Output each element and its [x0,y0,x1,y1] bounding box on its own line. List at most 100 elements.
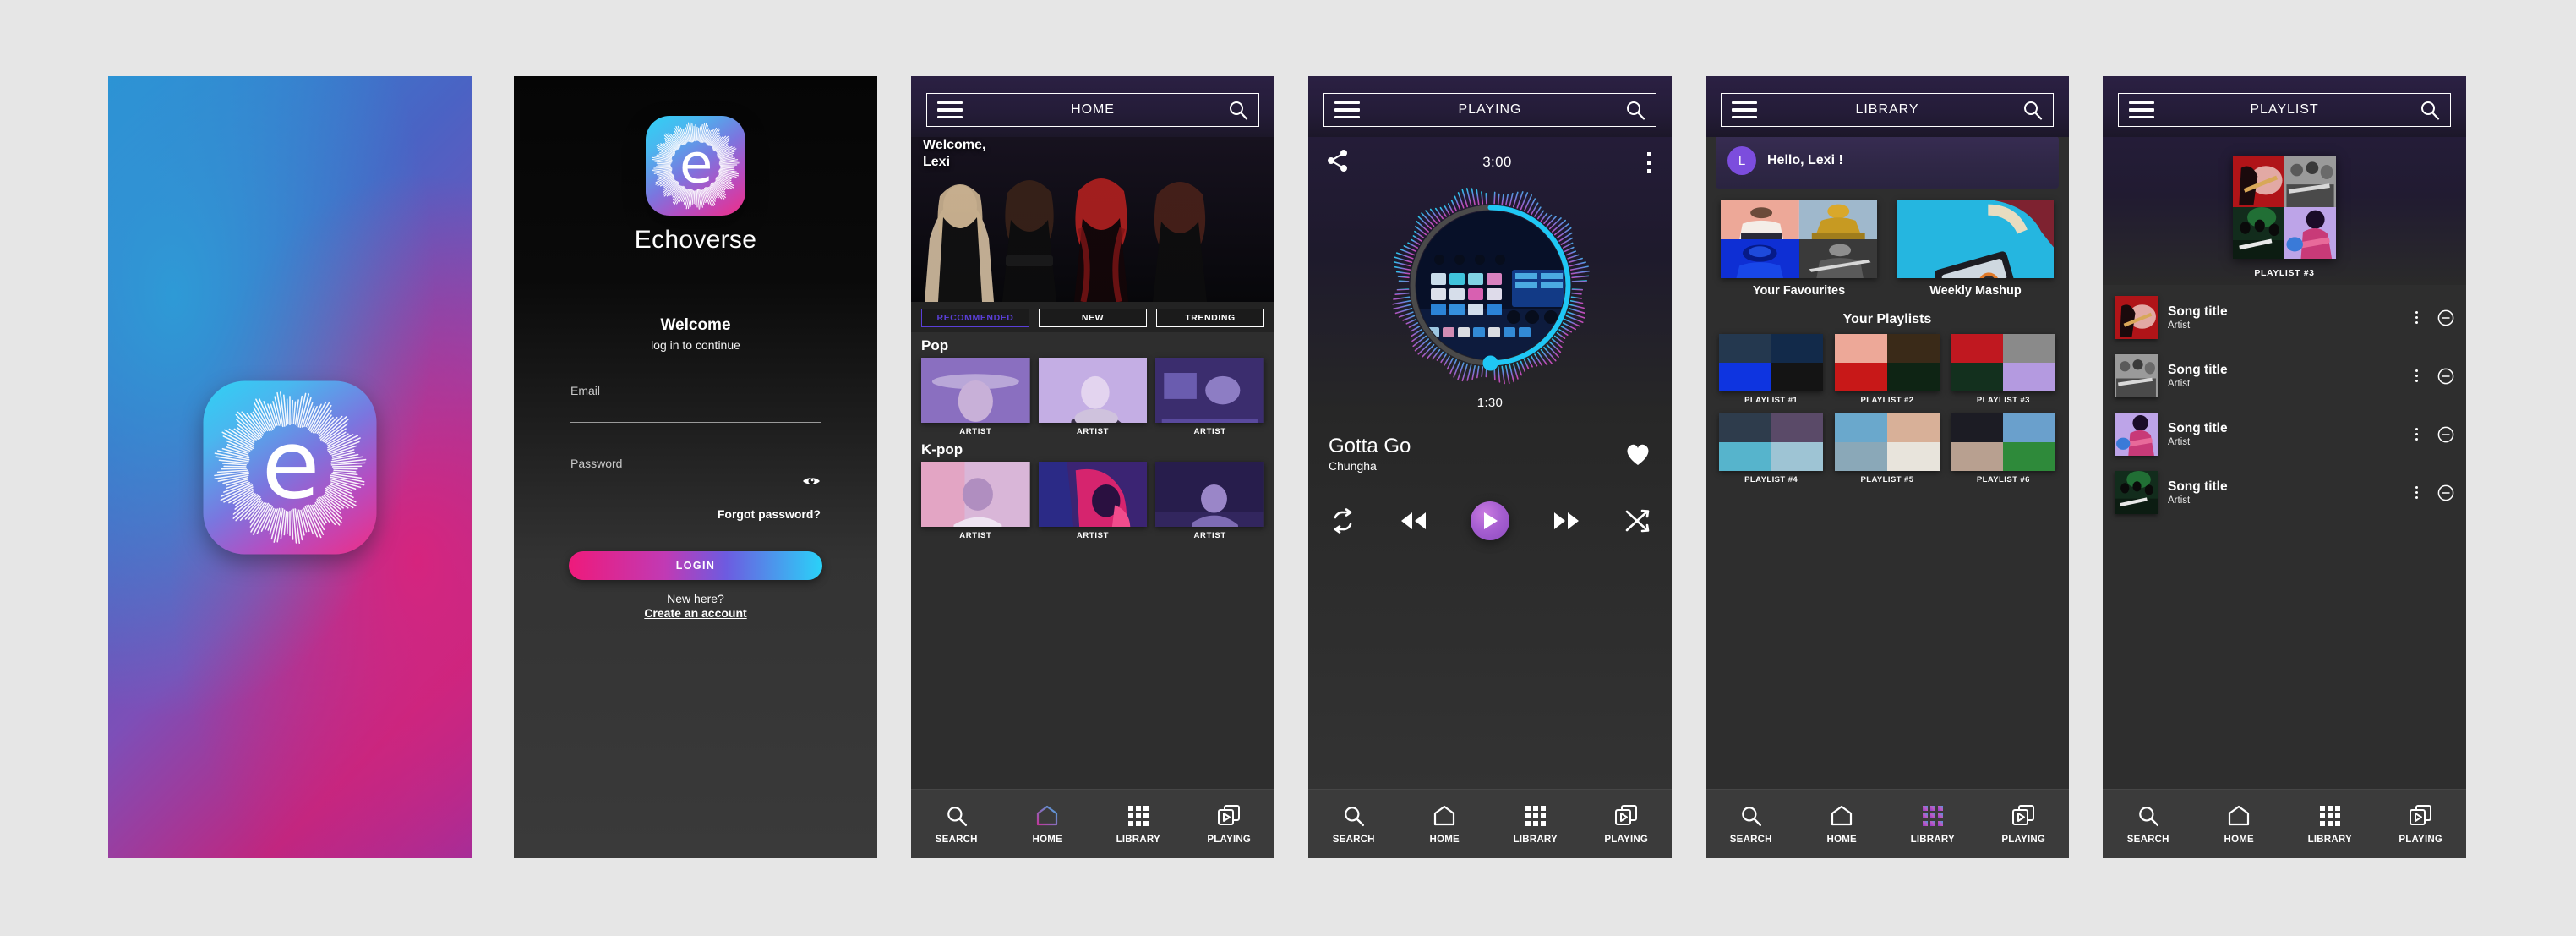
share-icon[interactable] [1327,149,1349,172]
chip-recommended[interactable]: RECOMMENDED [921,309,1029,327]
artist-card[interactable]: ARTIST [921,358,1030,436]
playlist-card[interactable]: PLAYLIST #2 [1835,333,1940,405]
player-controls [1308,501,1672,541]
playlist-card[interactable]: PLAYLIST #5 [1835,413,1940,484]
nav-library[interactable]: LIBRARY [2284,803,2376,845]
playing-screen: PLAYING 3:00 1:30 Gotta Go Chungha SEARC… [1308,76,1672,858]
play-cards-icon [2409,803,2432,829]
kebab-menu-icon[interactable] [2411,424,2422,444]
email-input[interactable] [570,384,821,423]
artist-card[interactable]: ARTIST [1155,462,1265,540]
login-screen: e Echoverse Welcome log in to continue E… [514,76,877,858]
repeat-icon[interactable] [1330,508,1356,534]
forgot-password-link[interactable]: Forgot password? [570,507,821,521]
nav-label: LIBRARY [1910,835,1955,845]
playlist-card[interactable]: PLAYLIST #4 [1719,413,1824,484]
hamburger-icon[interactable] [2129,101,2154,119]
artist-card[interactable]: ARTIST [1038,358,1148,436]
nav-playing[interactable]: PLAYING [1978,803,2070,845]
playlists-grid: PLAYLIST #1 PLAYLIST #2 PLAYLIST #3 PLAY… [1706,333,2069,484]
home-icon [1035,803,1059,829]
playlist-screen: PLAYLIST PLAYLIST #3 Song title Artist S… [2103,76,2466,858]
mockup-canvas: e e Echoverse Welcome log in to continue… [0,0,2576,936]
nav-library[interactable]: LIBRARY [1093,803,1184,845]
search-icon[interactable] [1228,100,1248,120]
artist-card[interactable]: ARTIST [921,462,1030,540]
song-row[interactable]: Song title Artist [2113,347,2456,405]
new-here-label: New here? [667,592,724,605]
song-row[interactable]: Song title Artist [2113,463,2456,522]
user-greeting-card[interactable]: L Hello, Lexi ! [1716,137,2059,189]
collection-your-favourites[interactable]: Your Favourites [1721,200,1877,298]
song-thumbnail [2115,413,2158,456]
song-row[interactable]: Song title Artist [2113,405,2456,463]
playlist-cover [1719,333,1824,391]
artist-thumbnail [1038,462,1148,527]
play-button[interactable] [1471,501,1509,541]
nav-search[interactable]: SEARCH [911,803,1002,845]
playlist-card[interactable]: PLAYLIST #3 [1951,333,2055,405]
nav-label: LIBRARY [1116,835,1160,845]
chip-new[interactable]: NEW [1039,309,1147,327]
fast-forward-icon[interactable] [1553,511,1581,531]
hamburger-icon[interactable] [1732,101,1757,119]
library-header: LIBRARY [1706,76,2069,137]
search-icon[interactable] [2420,100,2440,120]
playlists-heading: Your Playlists [1842,311,1932,326]
remove-circle-icon[interactable] [2437,484,2454,501]
playlist-card[interactable]: PLAYLIST #1 [1719,333,1824,405]
nav-home[interactable]: HOME [1400,803,1491,845]
create-account-link[interactable]: Create an account [644,606,746,620]
search-icon[interactable] [2022,100,2043,120]
hamburger-icon[interactable] [937,101,963,119]
playlist-cover[interactable] [2233,156,2336,259]
album-art-progress[interactable] [1387,182,1594,389]
nav-library[interactable]: LIBRARY [1490,803,1581,845]
hamburger-icon[interactable] [1334,101,1360,119]
nav-search[interactable]: SEARCH [1308,803,1400,845]
playlist-cover [1835,413,1940,471]
song-thumbnail [2115,354,2158,397]
nav-playing[interactable]: PLAYING [1184,803,1275,845]
nav-library[interactable]: LIBRARY [1887,803,1978,845]
playlist-card[interactable]: PLAYLIST #6 [1951,413,2055,484]
nav-search[interactable]: SEARCH [1706,803,1797,845]
remove-circle-icon[interactable] [2437,426,2454,443]
home-screen: HOME Welcome, Lexi RECOMMENDED NEW TREND… [911,76,1274,858]
collection-weekly-mashup[interactable]: Weekly Mashup [1897,200,2054,298]
remove-circle-icon[interactable] [2437,309,2454,326]
kebab-menu-icon[interactable] [2411,483,2422,502]
shuffle-icon[interactable] [1624,509,1650,533]
login-form: Email Password Forgot password? [570,384,821,521]
nav-home[interactable]: HOME [2194,803,2285,845]
home-icon [1830,803,1853,829]
nav-playing[interactable]: PLAYING [2376,803,2467,845]
chip-trending[interactable]: TRENDING [1156,309,1264,327]
song-thumbnail [2115,296,2158,339]
nav-playing[interactable]: PLAYING [1581,803,1673,845]
login-button[interactable]: LOGIN [569,551,822,580]
song-row[interactable]: Song title Artist [2113,288,2456,347]
kebab-menu-icon[interactable] [1645,149,1653,177]
artist-thumbnail [921,462,1030,527]
artist-card[interactable]: ARTIST [1155,358,1265,436]
kebab-menu-icon[interactable] [2411,308,2422,327]
playlist-label: PLAYLIST #3 [1976,395,2030,405]
search-icon[interactable] [1625,100,1645,120]
kebab-menu-icon[interactable] [2411,366,2422,386]
nav-search[interactable]: SEARCH [2103,803,2194,845]
rewind-icon[interactable] [1399,511,1427,531]
song-title: Song title [2168,479,2228,495]
nav-home[interactable]: HOME [1797,803,1888,845]
eye-icon[interactable] [802,475,821,487]
collection-label: Your Favourites [1752,284,1846,298]
play-cards-icon [1217,803,1241,829]
nav-label: SEARCH [1729,835,1772,845]
heart-icon[interactable] [1624,441,1651,467]
artist-card[interactable]: ARTIST [1038,462,1148,540]
remove-circle-icon[interactable] [2437,368,2454,385]
nav-label: SEARCH [935,835,978,845]
artist-label: ARTIST [1193,427,1226,436]
playlist-hero: PLAYLIST #3 [2103,137,2466,285]
nav-home[interactable]: HOME [1002,803,1094,845]
